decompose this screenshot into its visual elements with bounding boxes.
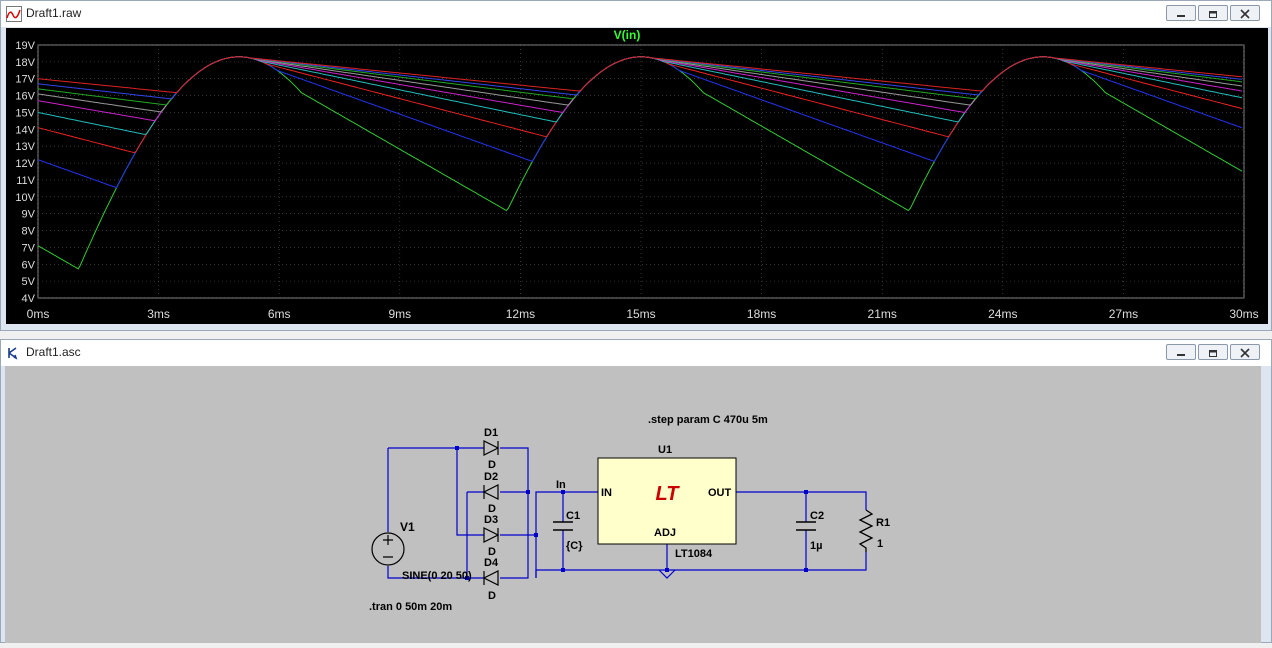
d1-diode[interactable] [483,440,500,456]
waveform-plot[interactable]: V(in) 4V 5V 6V 7V 8V 9V 10V 11V 12V 13V 14V 15V 16V 1… [6,28,1268,324]
x-tick-label: 18ms [747,307,776,321]
tran-directive[interactable]: .tran 0 50m 20m [369,601,452,613]
x-tick-label: 6ms [268,307,291,321]
y-tick-label: 5V [22,276,36,288]
u1-pin-adj: ADJ [654,527,676,539]
minimize-icon [1177,354,1185,356]
schematic-window-title: Draft1.asc [26,345,81,359]
close-button[interactable] [1230,5,1260,21]
y-tick-label: 18V [15,57,35,69]
x-tick-label: 30ms [1229,307,1258,321]
d3-ref[interactable]: D3 [484,514,498,526]
y-tick-label: 12V [15,158,35,170]
y-tick-label: 7V [22,242,36,254]
d4-model[interactable]: D [488,590,496,602]
series-line [37,56,1243,122]
r1-value[interactable]: 1 [877,538,883,550]
plot-frame [37,44,1245,299]
restore-icon [1209,350,1217,357]
schematic-canvas[interactable]: V1 SINE(0 20 50) D1 D D2 D D3 D D4 D In … [5,366,1261,643]
schematic-maximize-button[interactable] [1198,344,1228,360]
schematic-titlebar[interactable]: Draft1.asc [1,340,1271,366]
d1-model[interactable]: D [488,459,496,471]
series-line [37,56,1243,94]
x-tick-label: 27ms [1109,307,1138,321]
waveform-icon [6,6,22,22]
chart-grid [37,44,1245,299]
series-line [37,56,1243,154]
y-tick-label: 6V [22,259,36,271]
close-icon [1240,348,1250,358]
waveform-window-title: Draft1.raw [26,6,82,20]
close-icon [1240,9,1250,19]
x-tick-label: 3ms [147,307,170,321]
y-tick-label: 13V [15,141,35,153]
y-tick-label: 14V [15,124,35,136]
schematic-drawing[interactable]: V1 SINE(0 20 50) D1 D D2 D D3 D D4 D In … [5,366,1261,643]
x-tick-label: 9ms [388,307,411,321]
c1-capacitor[interactable] [553,521,573,531]
waveform-window: Draft1.raw V(in) 4V 5V 6V 7V 8V 9V 10V 11V 12V 13… [0,0,1272,331]
u1-ref[interactable]: U1 [658,444,672,456]
minimize-button[interactable] [1166,5,1196,21]
net-in-label[interactable]: In [556,479,566,491]
x-tick-label: 24ms [988,307,1017,321]
series-line [37,56,1243,106]
schematic-close-button[interactable] [1230,344,1260,360]
series-line [37,56,1243,113]
y-tick-label: 16V [15,91,35,103]
c2-value[interactable]: 1µ [810,540,822,552]
x-axis-ticks: 0ms 3ms 6ms 9ms 12ms 15ms 18ms 21ms 24ms 27ms 30ms [27,307,1259,321]
c2-ref[interactable]: C2 [810,510,824,522]
v1-source[interactable] [371,532,405,566]
y-tick-label: 8V [22,226,36,238]
u1-pin-in: IN [601,487,612,499]
series-line [37,56,1243,189]
r1-ref[interactable]: R1 [876,517,890,529]
y-tick-label: 17V [15,74,35,86]
y-tick-label: 19V [15,40,35,52]
x-tick-label: 21ms [868,307,897,321]
d1-ref[interactable]: D1 [484,427,498,439]
c1-value[interactable]: {C} [566,540,583,552]
minimize-icon [1177,15,1185,17]
y-tick-label: 10V [15,192,35,204]
waveform-titlebar[interactable]: Draft1.raw [1,1,1271,27]
y-axis-ticks: 4V 5V 6V 7V 8V 9V 10V 11V 12V 13V 14V 15V 16V 17V 18V 1… [15,40,35,305]
y-tick-label: 11V [16,175,35,187]
restore-icon [1209,11,1217,18]
d2-diode[interactable] [482,484,499,500]
waveform-chart[interactable]: V(in) 4V 5V 6V 7V 8V 9V 10V 11V 12V 13V 14V 15V 16V 1… [6,28,1268,324]
maximize-button[interactable] [1198,5,1228,21]
step-directive[interactable]: .step param C 470u 5m [648,414,768,426]
c1-ref[interactable]: C1 [566,510,580,522]
u1-pin-out: OUT [708,487,732,499]
y-tick-label: 15V [15,107,35,119]
lt-logo-icon: LT [656,483,681,505]
y-tick-label: 4V [22,293,36,305]
x-tick-label: 0ms [27,307,50,321]
d4-ref[interactable]: D4 [484,557,499,569]
chart-title[interactable]: V(in) [614,28,641,42]
v1-ref[interactable]: V1 [400,520,415,534]
schematic-minimize-button[interactable] [1166,344,1196,360]
u1-part[interactable]: LT1084 [675,548,713,560]
d4-diode[interactable] [482,570,499,586]
d2-ref[interactable]: D2 [484,471,498,483]
v1-value[interactable]: SINE(0 20 50) [402,570,472,582]
c2-capacitor[interactable] [796,521,816,531]
r1-resistor[interactable] [858,509,874,552]
series-line [37,56,1243,100]
d3-diode[interactable] [483,527,500,543]
y-tick-label: 9V [22,209,36,221]
x-tick-label: 12ms [506,307,535,321]
x-tick-label: 15ms [626,307,655,321]
schematic-icon [8,347,18,360]
